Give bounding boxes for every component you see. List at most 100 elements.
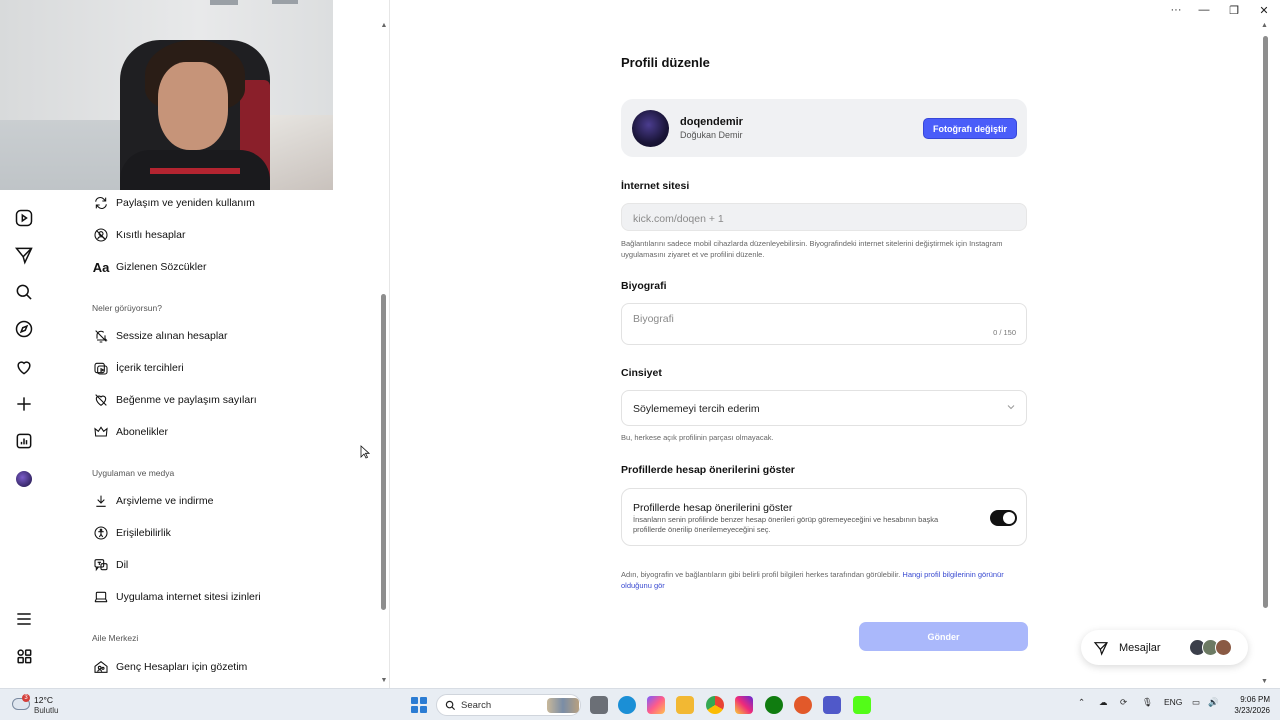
main-scrollbar[interactable] xyxy=(1263,36,1268,608)
start-button[interactable] xyxy=(411,697,427,713)
menu-item-hidden-words[interactable]: Aa Gizlenen Sözcükler xyxy=(92,255,207,279)
sync-icon[interactable]: ⟳ xyxy=(1120,697,1127,708)
menu-scroll-up[interactable]: ▲ xyxy=(380,22,388,30)
instagram-icon[interactable] xyxy=(735,696,753,714)
menu-icon[interactable] xyxy=(12,607,36,631)
change-photo-button[interactable]: Fotoğrafı değiştir xyxy=(923,118,1017,139)
menu-item-teen-supervision[interactable]: Genç Hesapları için gözetim xyxy=(92,655,247,679)
suggestions-card-title: Profillerde hesap önerilerini göster xyxy=(633,502,793,514)
avatar xyxy=(1215,639,1232,656)
download-icon xyxy=(92,492,110,510)
task-view-icon[interactable] xyxy=(590,696,608,714)
search-highlight-image xyxy=(547,698,579,713)
menu-scroll-down[interactable]: ▼ xyxy=(380,677,388,685)
chevron-down-icon xyxy=(1007,405,1015,410)
search-icon[interactable] xyxy=(12,280,36,304)
website-label: İnternet sitesi xyxy=(621,180,690,192)
edit-profile-panel: Profili düzenle doqendemir Doğukan Demir… xyxy=(390,0,1260,688)
messages-nav-icon[interactable] xyxy=(12,243,36,267)
menu-item-label: Beğenme ve paylaşım sayıları xyxy=(116,394,257,406)
clock-date: 3/23/2026 xyxy=(1234,706,1270,715)
menu-item-app-permissions[interactable]: Uygulama internet sitesi izinleri xyxy=(92,585,261,609)
menu-item-content-prefs[interactable]: İçerik tercihleri xyxy=(92,356,184,380)
settings-menu: Paylaşım ve yeniden kullanım Kısıtlı hes… xyxy=(80,190,380,688)
like-count-icon xyxy=(92,391,110,409)
bio-counter: 0 / 150 xyxy=(993,328,1016,337)
crown-icon xyxy=(92,423,110,441)
accessibility-icon xyxy=(92,524,110,542)
clock-time: 9:06 PM xyxy=(1240,695,1270,704)
file-explorer-icon[interactable] xyxy=(676,696,694,714)
microphone-icon[interactable]: 🎙 xyxy=(1142,697,1153,708)
profile-card: doqendemir Doğukan Demir Fotoğrafı değiş… xyxy=(621,99,1027,157)
text-icon: Aa xyxy=(92,259,110,275)
suggestions-card: Profillerde hesap önerilerini göster İns… xyxy=(621,488,1027,546)
clock[interactable]: 9:06 PM 3/23/2026 xyxy=(1228,694,1270,716)
laptop-icon xyxy=(92,588,110,606)
menu-item-subscriptions[interactable]: Abonelikler xyxy=(92,420,168,444)
apps-icon[interactable] xyxy=(12,644,36,668)
explore-icon[interactable] xyxy=(12,317,36,341)
menu-item-language[interactable]: Dil xyxy=(92,553,128,577)
weather-badge: 3 xyxy=(22,694,30,702)
avatar[interactable] xyxy=(632,110,669,147)
reels-icon[interactable] xyxy=(12,206,36,230)
menu-item-label: Erişilebilirlik xyxy=(116,527,171,539)
copilot-icon[interactable] xyxy=(647,696,665,714)
submit-button[interactable]: Gönder xyxy=(859,622,1028,651)
menu-item-restricted[interactable]: Kısıtlı hesaplar xyxy=(92,223,185,247)
page-title: Profili düzenle xyxy=(621,55,710,70)
chevron-up-icon[interactable]: ⌃ xyxy=(1078,697,1085,708)
edge-icon[interactable] xyxy=(618,696,636,714)
menu-item-label: Dil xyxy=(116,559,129,571)
volume-icon[interactable]: 🔊 xyxy=(1208,697,1219,708)
xbox-icon[interactable] xyxy=(765,696,783,714)
taskbar-search-label: Search xyxy=(461,700,492,711)
messages-icon xyxy=(1093,640,1109,656)
menu-item-like-counts[interactable]: Beğenme ve paylaşım sayıları xyxy=(92,388,257,412)
kick-icon[interactable] xyxy=(853,696,871,714)
teams-icon[interactable] xyxy=(823,696,841,714)
menu-item-label: Genç Hesapları için gözetim xyxy=(116,661,248,673)
bio-label: Biyografi xyxy=(621,280,667,292)
main-scroll-up[interactable]: ▲ xyxy=(1261,22,1268,29)
chrome-icon[interactable] xyxy=(706,696,724,714)
menu-item-reshare[interactable]: Paylaşım ve yeniden kullanım xyxy=(92,191,255,215)
taskbar-search[interactable]: Search xyxy=(436,694,581,716)
menu-scrollbar[interactable] xyxy=(381,294,386,610)
heart-icon[interactable] xyxy=(12,355,36,379)
bio-field[interactable]: Biyografi 0 / 150 xyxy=(621,303,1027,345)
messages-pill[interactable]: Mesajlar xyxy=(1081,630,1248,665)
reshare-icon xyxy=(92,194,110,212)
menu-item-archive[interactable]: Arşivleme ve indirme xyxy=(92,489,213,513)
display-icon[interactable]: ▭ xyxy=(1192,697,1200,708)
menu-item-label: Uygulama internet sitesi izinleri xyxy=(116,591,261,603)
mute-icon xyxy=(92,327,110,345)
message-avatars xyxy=(1189,639,1239,656)
footer-note-text: Adın, biyografin ve bağlantıların gibi b… xyxy=(621,570,901,579)
dashboard-icon[interactable] xyxy=(12,429,36,453)
menu-item-label: Abonelikler xyxy=(116,426,168,438)
webcam-overlay xyxy=(0,0,333,190)
search-icon xyxy=(445,700,456,711)
menu-item-label: Sessize alınan hesaplar xyxy=(116,330,228,342)
family-icon xyxy=(92,658,110,676)
main-scroll-down[interactable]: ▼ xyxy=(1261,678,1268,685)
gender-label: Cinsiyet xyxy=(621,367,662,379)
menu-item-label: Gizlenen Sözcükler xyxy=(116,261,207,273)
suggestions-toggle[interactable] xyxy=(990,510,1017,526)
menu-item-muted[interactable]: Sessize alınan hesaplar xyxy=(92,324,228,348)
gender-select[interactable]: Söylememeyi tercih ederim xyxy=(621,390,1027,426)
website-help: Bağlantılarını sadece mobil cihazlarda d… xyxy=(621,239,1003,259)
profile-avatar-nav[interactable] xyxy=(16,471,32,487)
language-indicator[interactable]: ENG xyxy=(1164,697,1182,707)
weather-widget[interactable]: 3 12°C Bulutlu xyxy=(10,694,70,716)
language-icon xyxy=(92,556,110,574)
section-title-seen: Neler görüyorsun? xyxy=(92,303,162,313)
suggestions-label: Profillerde hesap önerilerini göster xyxy=(621,464,795,476)
onedrive-icon[interactable]: ☁ xyxy=(1099,697,1108,708)
website-field[interactable]: kick.com/doqen + 1 xyxy=(621,203,1027,231)
game-app-icon[interactable] xyxy=(794,696,812,714)
create-icon[interactable] xyxy=(12,392,36,416)
menu-item-accessibility[interactable]: Erişilebilirlik xyxy=(92,521,171,545)
